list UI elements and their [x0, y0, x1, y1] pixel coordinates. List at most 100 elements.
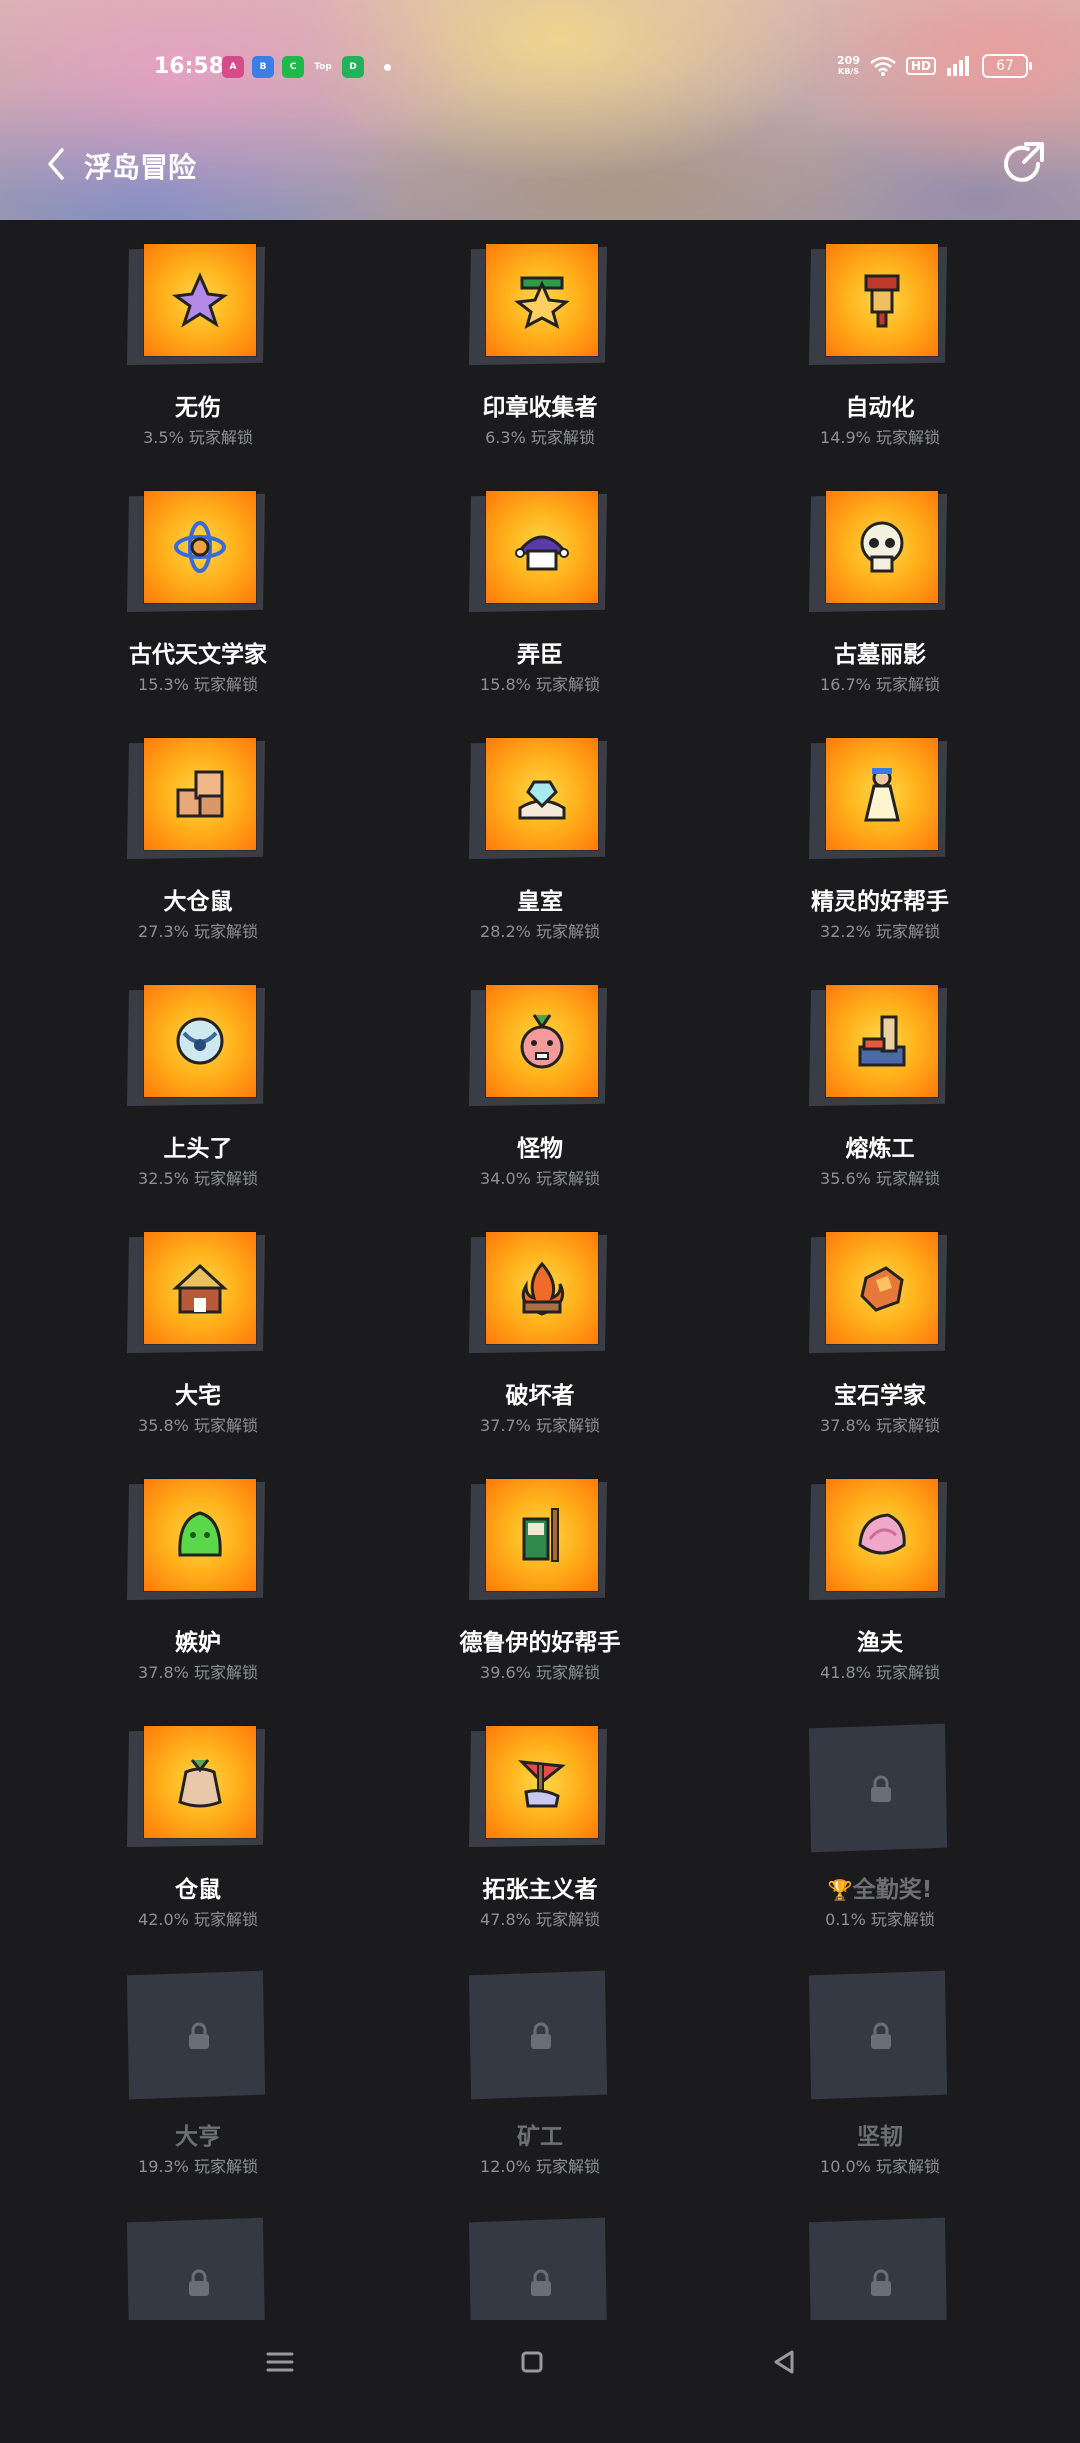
- slime-icon: [178, 1511, 222, 1557]
- achievement-badge: [126, 1232, 268, 1360]
- achievement-item[interactable]: 破坏者 37.7% 玩家解锁: [360, 1208, 720, 1455]
- unlock-percentage: 16.7% 玩家解锁: [820, 675, 940, 694]
- orb-icon: [176, 1017, 224, 1065]
- achievement-badge-locked: [468, 1970, 610, 2101]
- achievement-item[interactable]: 古代天文学家 15.3% 玩家解锁: [0, 467, 360, 714]
- gem-hand-icon: [518, 780, 566, 820]
- flag-icon: [517, 1760, 566, 1808]
- network-speed-value: 209: [837, 54, 860, 67]
- achievement-badge-locked: [808, 1723, 950, 1854]
- back-button[interactable]: [38, 144, 78, 184]
- achievement-name: 皇室: [360, 882, 720, 916]
- achievement-item[interactable]: 上头了 32.5% 玩家解锁: [0, 961, 360, 1208]
- achievement-item[interactable]: 大宅 35.8% 玩家解锁: [0, 1208, 360, 1455]
- unlock-percentage: 39.6% 玩家解锁: [480, 1663, 600, 1682]
- achievement-name: 渔夫: [700, 1623, 1060, 1657]
- badge-tile: [826, 491, 938, 603]
- badge-tile: [144, 985, 256, 1097]
- achievement-item[interactable]: 大亨 19.3% 玩家解锁: [0, 1949, 360, 2196]
- unlock-percentage: 12.0% 玩家解锁: [480, 2157, 600, 2176]
- house-icon: [172, 1263, 228, 1314]
- achievement-name: 🏆全勤奖!: [700, 1870, 1060, 1904]
- achievement-name: 弄臣: [360, 635, 720, 669]
- achievement-badge: [808, 1479, 950, 1607]
- unlock-percentage: 28.2% 玩家解锁: [480, 922, 600, 941]
- machine-icon: [864, 274, 900, 328]
- achievement-name: 精灵的好帮手: [700, 882, 1060, 916]
- achievement-item[interactable]: 皇室 28.2% 玩家解锁: [360, 714, 720, 961]
- achievement-item[interactable]: 嫉妒 37.8% 玩家解锁: [0, 1455, 360, 1702]
- lock-icon: [871, 2022, 891, 2049]
- achievement-name-text: 精灵的好帮手: [811, 889, 949, 915]
- achievement-item[interactable]: 仓鼠 42.0% 玩家解锁: [0, 1702, 360, 1949]
- app-icon-2: B: [252, 56, 274, 78]
- achievement-badge: [808, 985, 950, 1113]
- badge-tile: [486, 491, 598, 603]
- unlock-percentage: 3.5% 玩家解锁: [143, 428, 253, 447]
- system-navigation-bar: [0, 2320, 1080, 2400]
- achievement-name: 怪物: [360, 1129, 720, 1163]
- wifi-icon: [870, 56, 896, 76]
- recent-apps-icon[interactable]: [260, 2342, 300, 2382]
- achievement-name: 古墓丽影: [700, 635, 1060, 669]
- achievement-item[interactable]: 熔炼工 35.6% 玩家解锁: [720, 961, 1080, 1208]
- unlock-percentage: 42.0% 玩家解锁: [138, 1910, 258, 1929]
- badge-tile: [486, 244, 598, 356]
- back-nav-icon[interactable]: [764, 2342, 804, 2382]
- achievement-item[interactable]: 坚韧 10.0% 玩家解锁: [720, 1949, 1080, 2196]
- achievement-item[interactable]: 矿工 12.0% 玩家解锁: [360, 1949, 720, 2196]
- achievement-name: 大宅: [18, 1376, 378, 1410]
- achievement-name: 拓张主义者: [360, 1870, 720, 1904]
- unlock-percentage: 37.8% 玩家解锁: [820, 1416, 940, 1435]
- achievement-name: 无伤: [18, 388, 378, 422]
- achievement-badge: [468, 244, 610, 372]
- page-title: 浮岛冒险: [84, 151, 197, 184]
- achievement-item[interactable]: 渔夫 41.8% 玩家解锁: [720, 1455, 1080, 1702]
- fire-icon: [521, 1261, 565, 1316]
- badge-tile: [144, 1726, 256, 1838]
- achievement-badge: [468, 1232, 610, 1360]
- achievement-name-text: 古墓丽影: [834, 642, 926, 668]
- achievement-badge-locked: [808, 1970, 950, 2101]
- badge-tile: [144, 1479, 256, 1591]
- achievement-item[interactable]: 弄臣 15.8% 玩家解锁: [360, 467, 720, 714]
- achievement-item[interactable]: 🏆全勤奖! 0.1% 玩家解锁: [720, 1702, 1080, 1949]
- achievement-name: 大亨: [18, 2117, 378, 2151]
- achievement-badge: [126, 738, 268, 866]
- achievement-item[interactable]: 精灵的好帮手 32.2% 玩家解锁: [720, 714, 1080, 961]
- lock-icon: [189, 2022, 209, 2049]
- badge-tile: [826, 1232, 938, 1344]
- app-icon-5: D: [342, 56, 364, 78]
- network-speed: 209 KB/S: [837, 55, 860, 77]
- achievement-item[interactable]: 德鲁伊的好帮手 39.6% 玩家解锁: [360, 1455, 720, 1702]
- unlock-percentage: 35.8% 玩家解锁: [138, 1416, 258, 1435]
- achievement-item[interactable]: 自动化 14.9% 玩家解锁: [720, 220, 1080, 467]
- achievement-name: 上头了: [18, 1129, 378, 1163]
- achievement-item[interactable]: 印章收集者 6.3% 玩家解锁: [360, 220, 720, 467]
- achievement-name-text: 拓张主义者: [482, 1877, 598, 1903]
- achievement-item[interactable]: 怪物 34.0% 玩家解锁: [360, 961, 720, 1208]
- fairy-icon: [864, 768, 900, 822]
- badge-tile: [144, 491, 256, 603]
- unlock-percentage: 37.7% 玩家解锁: [480, 1416, 600, 1435]
- share-button[interactable]: [998, 138, 1050, 190]
- status-app-icons: A B C Top D: [222, 56, 391, 78]
- home-icon[interactable]: [512, 2342, 552, 2382]
- achievement-name: 破坏者: [360, 1376, 720, 1410]
- unlock-percentage: 34.0% 玩家解锁: [480, 1169, 600, 1188]
- achievement-name-text: 印章收集者: [482, 395, 598, 421]
- achievement-name: 德鲁伊的好帮手: [360, 1623, 720, 1657]
- achievement-item[interactable]: 拓张主义者 47.8% 玩家解锁: [360, 1702, 720, 1949]
- achievement-item[interactable]: 宝石学家 37.8% 玩家解锁: [720, 1208, 1080, 1455]
- lock-icon: [871, 2269, 891, 2296]
- achievement-item[interactable]: 大仓鼠 27.3% 玩家解锁: [0, 714, 360, 961]
- achievement-name-text: 无伤: [175, 395, 221, 421]
- achievement-item[interactable]: 无伤 3.5% 玩家解锁: [0, 220, 360, 467]
- achievement-item[interactable]: 古墓丽影 16.7% 玩家解锁: [720, 467, 1080, 714]
- achievement-name-text: 仓鼠: [175, 1877, 221, 1903]
- sack-icon: [178, 1759, 222, 1808]
- unlock-percentage: 6.3% 玩家解锁: [485, 428, 595, 447]
- achievement-badge-locked: [126, 1970, 268, 2101]
- badge-tile: [144, 738, 256, 850]
- star-icon: [514, 276, 570, 329]
